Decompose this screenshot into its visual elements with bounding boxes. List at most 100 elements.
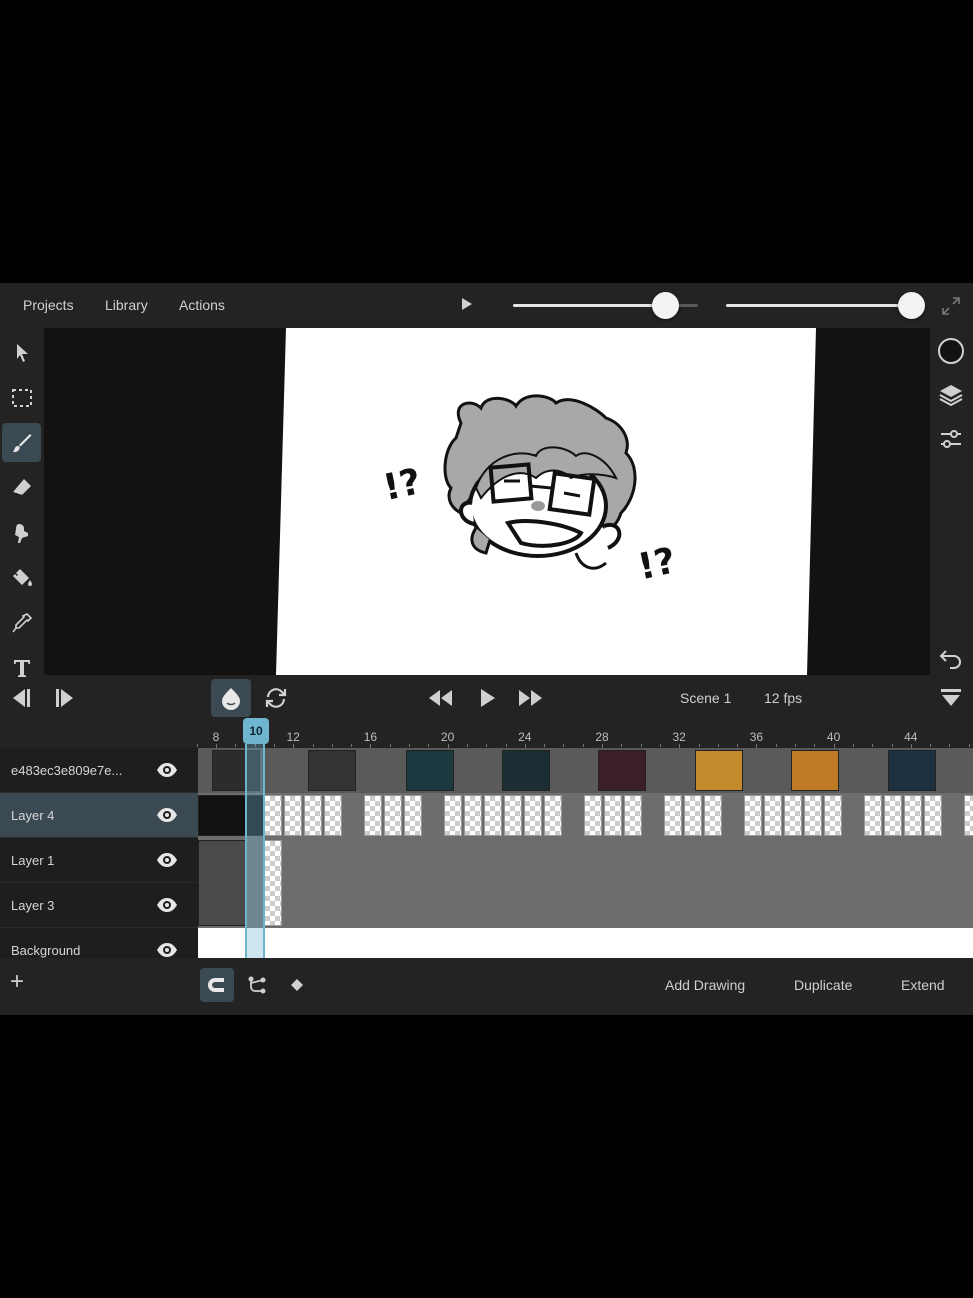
frame-cell[interactable] [791,750,839,791]
frame-cell[interactable] [198,840,246,926]
scene-label[interactable]: Scene 1 [680,690,731,706]
motion-path-button[interactable] [240,968,274,1002]
adjust-button[interactable] [936,424,966,454]
frame-cell[interactable] [384,795,402,836]
layers-button[interactable] [936,380,966,410]
undo-button[interactable] [936,643,966,673]
frame-cell[interactable] [884,795,902,836]
play-button[interactable] [469,681,505,715]
layer-row[interactable]: Layer 3 [0,883,198,928]
frame-cell[interactable] [684,795,702,836]
frame-cell[interactable] [924,795,942,836]
play-preview-icon[interactable] [462,298,472,310]
frame-ruler[interactable]: 8 12 16 20 24 28 32 36 40 44 [196,720,973,749]
frame-tracks[interactable] [198,748,973,958]
frame-cell[interactable] [864,795,882,836]
frame-cell[interactable] [284,795,302,836]
visibility-eye-icon[interactable] [156,941,178,959]
fill-tool[interactable] [2,558,41,597]
frame-cell[interactable] [624,795,642,836]
smudge-icon [14,523,28,543]
frame-cell[interactable] [524,795,542,836]
color-picker-button[interactable] [936,336,966,366]
frame-cell[interactable] [964,795,973,836]
frame-cell[interactable] [695,750,743,791]
add-layer-button[interactable]: + [10,968,24,996]
timeline-toggle-button[interactable] [933,681,969,715]
frame-cell[interactable] [824,795,842,836]
frame-cell[interactable] [304,795,322,836]
previous-frame-button[interactable] [2,681,38,715]
snap-button[interactable] [200,968,234,1002]
frame-cell[interactable] [888,750,936,791]
layer-row[interactable]: Layer 1 [0,838,198,883]
brush-size-slider[interactable] [513,292,698,319]
frame-cell[interactable] [784,795,802,836]
library-menu[interactable]: Library [105,297,148,313]
frame-cell[interactable] [308,750,356,791]
visibility-eye-icon[interactable] [156,761,178,779]
frame-cell[interactable] [904,795,922,836]
fps-label[interactable]: 12 fps [764,690,802,706]
select-tool[interactable] [2,333,41,372]
layer-row[interactable]: Layer 4 [0,793,198,838]
frame-cell[interactable] [406,750,454,791]
opacity-slider[interactable] [726,292,925,319]
color-circle-icon [938,338,964,364]
prev-frame-icon [13,689,30,707]
frame-cell[interactable] [664,795,682,836]
eraser-tool[interactable] [2,468,41,507]
frame-cell[interactable] [604,795,622,836]
frame-cell[interactable] [598,750,646,791]
keyframe-button[interactable] [280,968,314,1002]
frame-cell[interactable] [484,795,502,836]
frame-cell[interactable] [264,840,282,926]
canvas-stage[interactable]: !? !? [44,328,930,675]
frame-cell[interactable] [264,795,282,836]
magnet-icon [208,978,224,992]
onion-skin-button[interactable] [211,679,251,717]
loop-button[interactable] [258,681,294,715]
marquee-tool[interactable] [2,378,41,417]
projects-menu[interactable]: Projects [23,297,74,313]
brush-tool[interactable] [2,423,41,462]
frame-cell[interactable] [444,795,462,836]
fast-forward-button[interactable] [513,681,549,715]
frame-cell[interactable] [464,795,482,836]
frame-cell[interactable] [544,795,562,836]
frame-cell[interactable] [324,795,342,836]
visibility-eye-icon[interactable] [156,806,178,824]
extend-button[interactable]: Extend [901,977,945,993]
frame-cell[interactable] [804,795,822,836]
frame-cell[interactable] [584,795,602,836]
layer-row[interactable]: e483ec3e809e7e... [0,748,198,793]
ruler-tick [659,744,661,747]
rewind-button[interactable] [422,681,458,715]
frame-cell[interactable] [364,795,382,836]
animation-app: Projects Library Actions !? !? Scene 1 1… [0,283,973,1015]
next-frame-button[interactable] [48,681,84,715]
frame-cell[interactable] [198,795,246,836]
add-drawing-button[interactable]: Add Drawing [665,977,745,993]
visibility-eye-icon[interactable] [156,851,178,869]
duplicate-button[interactable]: Duplicate [794,977,852,993]
frame-cell[interactable] [504,795,522,836]
frame-cell[interactable] [744,795,762,836]
visibility-eye-icon[interactable] [156,896,178,914]
frame-cell[interactable] [502,750,550,791]
playhead[interactable]: 10 [243,718,269,958]
current-frame-indicator[interactable]: 10 [243,718,269,744]
frame-cell[interactable] [704,795,722,836]
frame-cell[interactable] [764,795,782,836]
actions-menu[interactable]: Actions [179,297,225,313]
frame-cell[interactable] [404,795,422,836]
drawing-canvas[interactable]: !? !? [276,328,816,675]
ruler-tick [505,744,507,747]
eyedropper-tool[interactable] [2,603,41,642]
brush-size-knob[interactable] [651,292,679,319]
keyframe-diamond-icon [291,979,303,991]
ruler-label: 20 [440,730,455,744]
fullscreen-expand-icon[interactable] [940,295,962,317]
smudge-tool[interactable] [2,513,41,552]
opacity-knob[interactable] [898,292,925,319]
